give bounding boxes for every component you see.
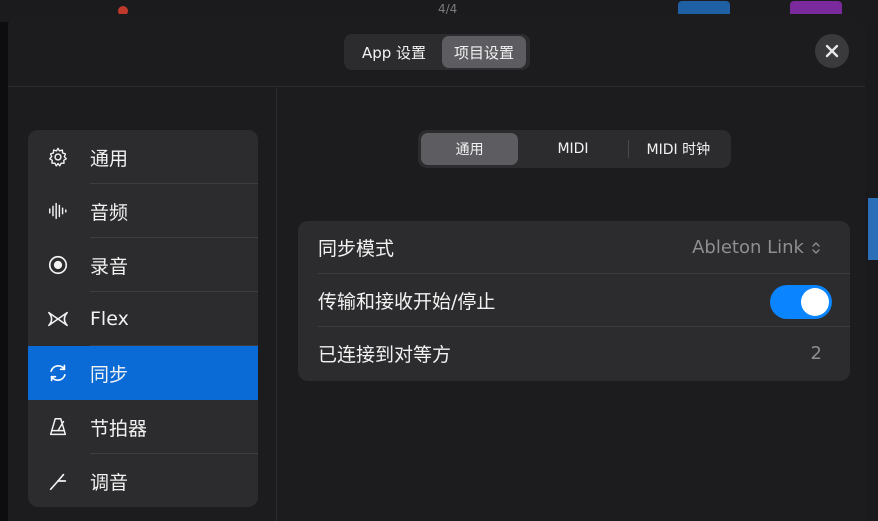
sync-settings-card: 同步模式 Ableton Link 传输和接收开始/停止 已连接到对等方 2: [298, 221, 850, 381]
sync-segmented-control: 通用 MIDI MIDI 时钟: [418, 130, 731, 168]
sync-mode-row[interactable]: 同步模式 Ableton Link: [298, 221, 850, 274]
tab-midi[interactable]: MIDI: [518, 133, 627, 165]
connected-peers-label: 已连接到对等方: [318, 344, 452, 366]
tab-project-settings[interactable]: 项目设置: [442, 36, 526, 68]
metronome-icon: [46, 415, 70, 439]
sidebar-item-general[interactable]: 通用: [28, 130, 258, 184]
flex-icon: [46, 307, 70, 331]
tab-app-settings[interactable]: App 设置: [346, 36, 442, 68]
sidebar-item-recording[interactable]: 录音: [28, 238, 258, 292]
connected-peers-value: 2: [810, 343, 822, 364]
close-button[interactable]: [815, 34, 849, 68]
gear-icon: [46, 145, 70, 169]
tuning-icon: [46, 469, 70, 493]
sidebar-item-metronome[interactable]: 节拍器: [28, 400, 258, 454]
sync-mode-label: 同步模式: [318, 238, 395, 260]
modal-header: App 设置 项目设置: [8, 14, 865, 87]
tab-general[interactable]: 通用: [421, 133, 519, 165]
sidebar-item-label: 调音: [90, 471, 129, 494]
sync-icon: [46, 361, 70, 385]
sidebar-item-label: 同步: [90, 363, 129, 386]
chevron-up-down-icon: [812, 241, 820, 254]
sidebar-item-label: 通用: [90, 147, 129, 170]
sync-mode-popup[interactable]: Ableton Link: [692, 237, 822, 258]
record-icon: [46, 253, 70, 277]
settings-modal: App 设置 项目设置 通用 音频 录音 Flex 同步 节拍器 调音 通用 M…: [8, 14, 865, 521]
tab-midi-clock[interactable]: MIDI 时钟: [629, 133, 728, 165]
sidebar-item-label: 音频: [90, 201, 129, 224]
sidebar-item-tuning[interactable]: 调音: [28, 454, 258, 507]
close-icon: [825, 44, 839, 58]
sidebar-item-label: 录音: [90, 255, 129, 278]
sidebar-pane: 通用 音频 录音 Flex 同步 节拍器 调音: [8, 88, 277, 521]
sidebar-item-flex[interactable]: Flex: [28, 292, 258, 346]
toggle-knob: [801, 288, 829, 316]
sidebar-list: 通用 音频 录音 Flex 同步 节拍器 调音: [28, 130, 258, 507]
settings-detail-pane: 通用 MIDI MIDI 时钟 同步模式 Ableton Link 传输和接收开…: [278, 88, 865, 521]
sync-mode-value: Ableton Link: [692, 237, 804, 258]
settings-scope-segmented-control: App 设置 项目设置: [344, 34, 530, 70]
start-stop-toggle[interactable]: [770, 285, 832, 319]
start-stop-label: 传输和接收开始/停止: [318, 291, 496, 313]
connected-peers-row: 已连接到对等方 2: [298, 327, 850, 380]
start-stop-row: 传输和接收开始/停止: [298, 274, 850, 327]
sidebar-item-audio[interactable]: 音频: [28, 184, 258, 238]
sidebar-item-label: Flex: [90, 308, 129, 330]
sidebar-item-label: 节拍器: [90, 417, 148, 440]
sidebar-item-sync[interactable]: 同步: [28, 346, 258, 400]
waveform-icon: [46, 199, 70, 223]
